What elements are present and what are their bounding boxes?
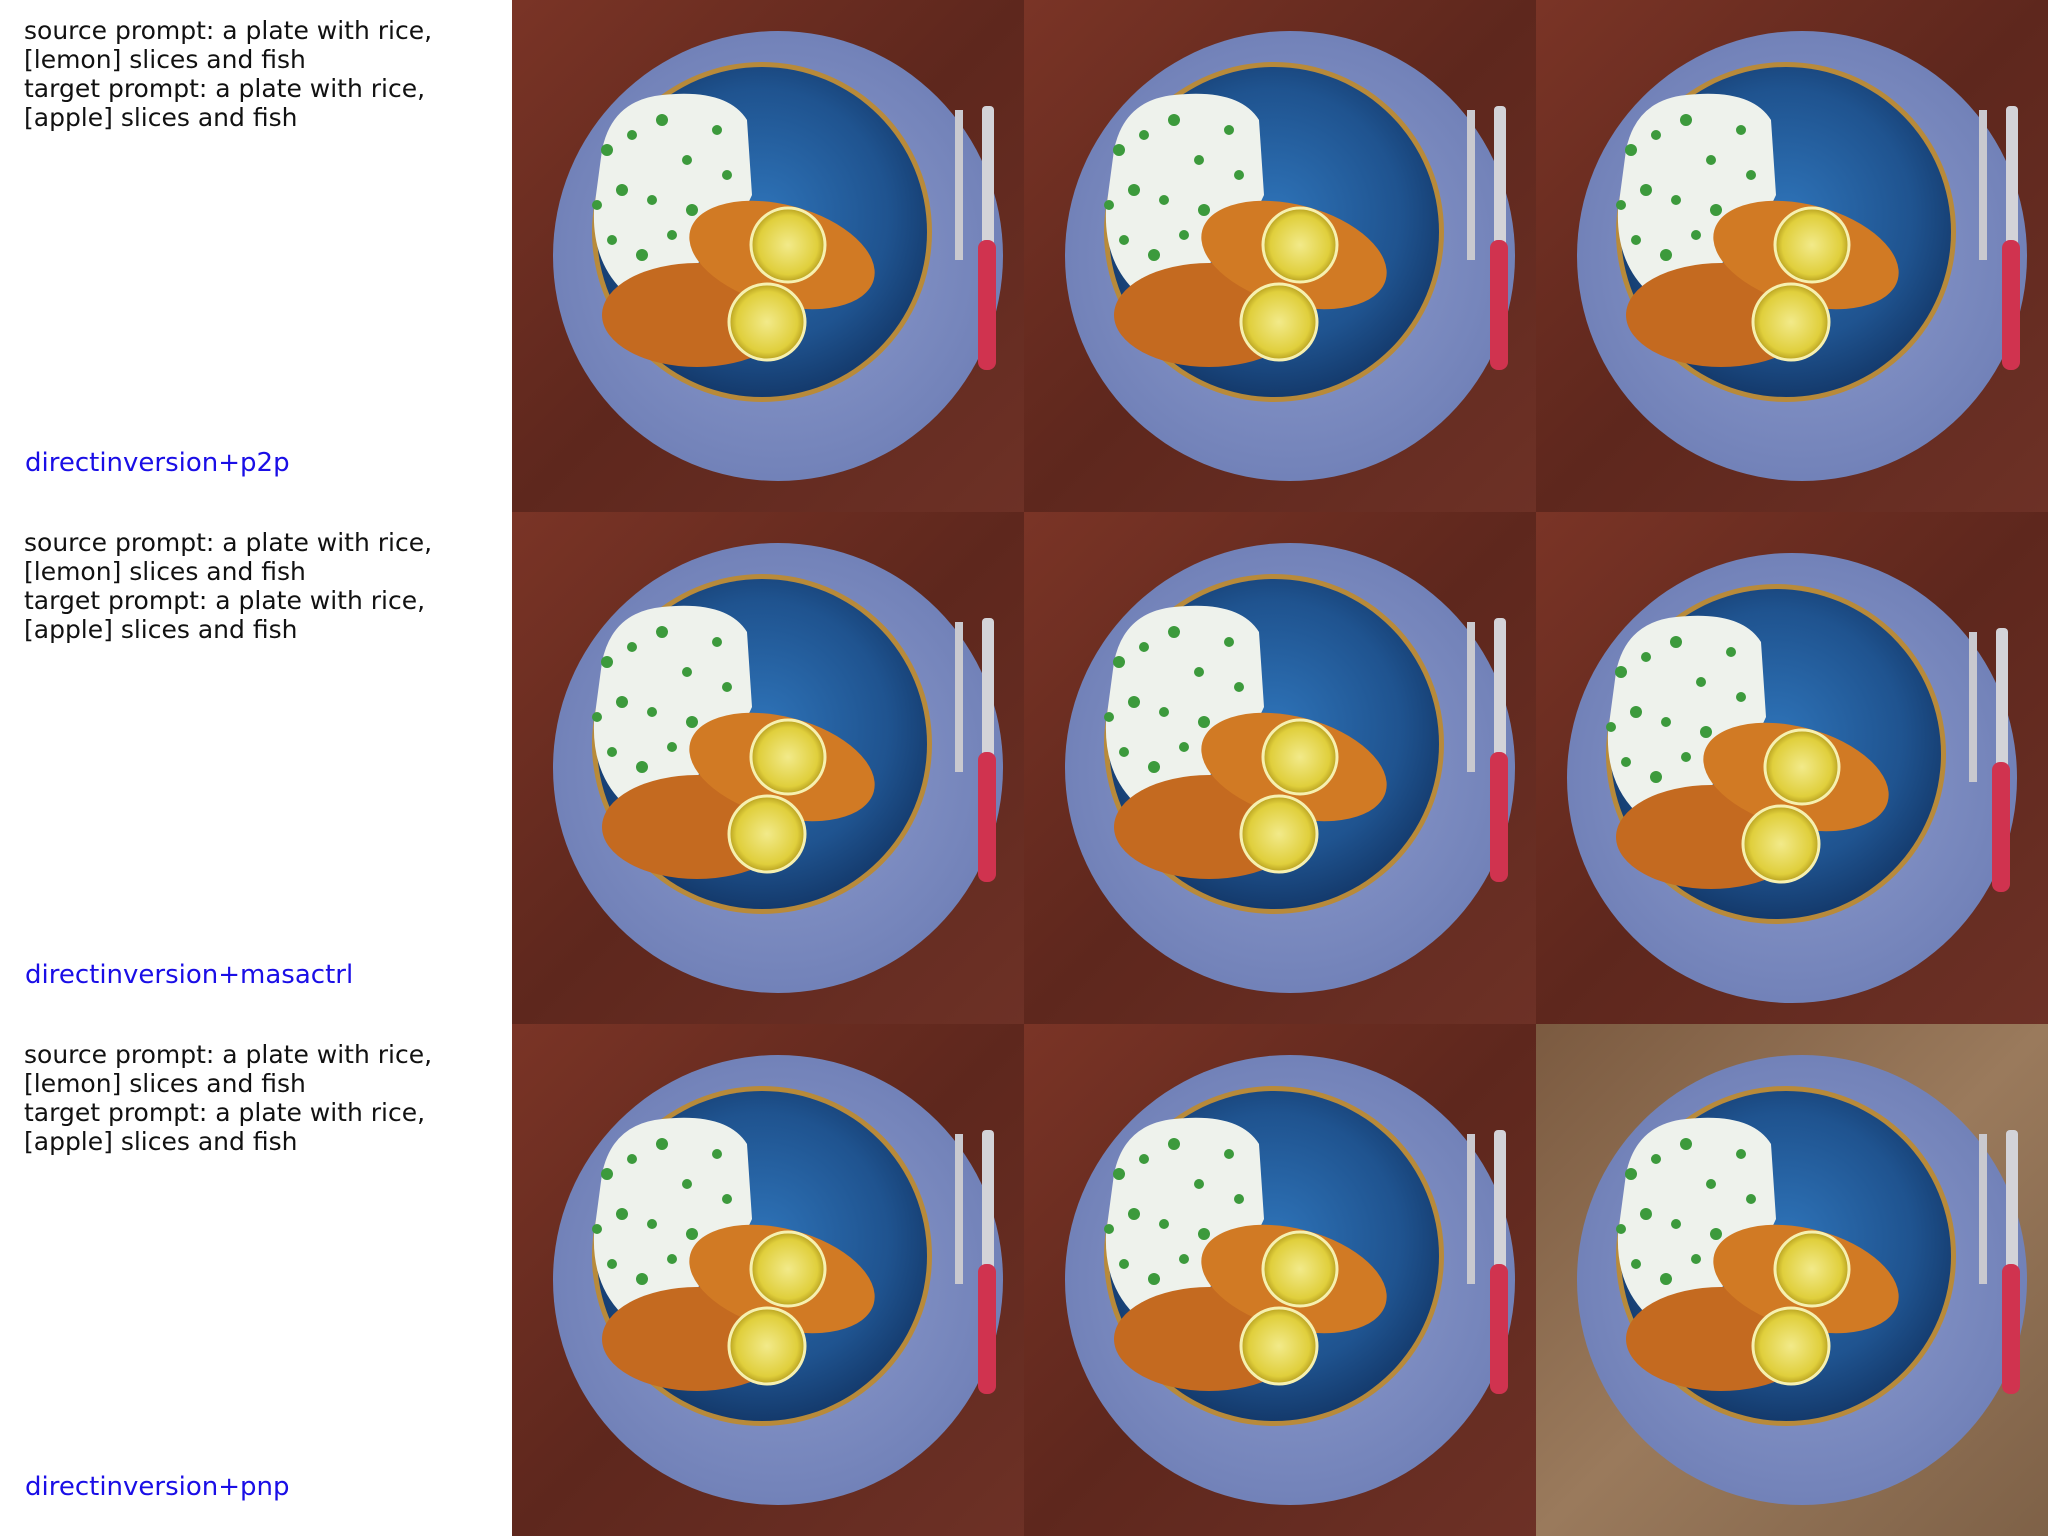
- result-row: source prompt: a plate with rice, [lemon…: [0, 512, 2048, 1024]
- result-image: [1536, 1024, 2048, 1536]
- row-label-column: source prompt: a plate with rice, [lemon…: [0, 512, 512, 1024]
- target-prompt: target prompt: a plate with rice, [apple…: [24, 74, 426, 132]
- result-image: [1024, 1024, 1536, 1536]
- result-image: [512, 512, 1024, 1024]
- result-image: [1536, 512, 2048, 1024]
- method-label: directinversion+masactrl: [25, 960, 354, 990]
- method-label: directinversion+p2p: [25, 448, 290, 478]
- target-prompt: target prompt: a plate with rice, [apple…: [24, 586, 426, 644]
- result-row: source prompt: a plate with rice, [lemon…: [0, 0, 2048, 512]
- result-image: [1536, 0, 2048, 512]
- result-row: source prompt: a plate with rice, [lemon…: [0, 1024, 2048, 1536]
- row-label-column: source prompt: a plate with rice, [lemon…: [0, 1024, 512, 1536]
- source-prompt: source prompt: a plate with rice, [lemon…: [24, 528, 433, 586]
- result-image: [512, 0, 1024, 512]
- source-prompt: source prompt: a plate with rice, [lemon…: [24, 16, 433, 74]
- target-prompt: target prompt: a plate with rice, [apple…: [24, 1098, 426, 1156]
- source-prompt: source prompt: a plate with rice, [lemon…: [24, 1040, 433, 1098]
- result-image: [1024, 512, 1536, 1024]
- prompt-text: source prompt: a plate with rice, [lemon…: [24, 1040, 494, 1156]
- prompt-text: source prompt: a plate with rice, [lemon…: [24, 528, 494, 644]
- result-image: [512, 1024, 1024, 1536]
- row-label-column: source prompt: a plate with rice, [lemon…: [0, 0, 512, 512]
- result-image: [1024, 0, 1536, 512]
- method-label: directinversion+pnp: [25, 1472, 290, 1502]
- prompt-text: source prompt: a plate with rice, [lemon…: [24, 16, 494, 132]
